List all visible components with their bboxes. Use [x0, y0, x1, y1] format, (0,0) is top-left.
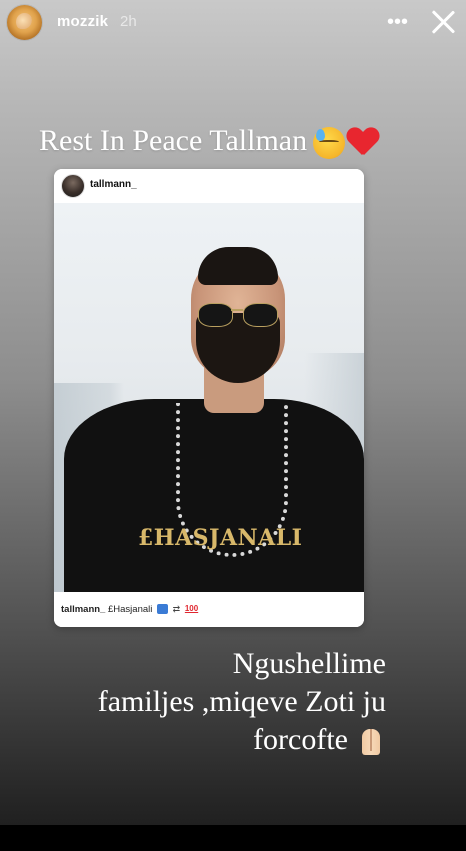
shirt-print-text: £HASJANALI: [138, 525, 303, 551]
post-caption-username: tallmann_: [61, 604, 106, 615]
post-caption: tallmann_ £Hasjanali ⇄ 100: [54, 592, 364, 627]
folded-hands-emoji-icon: [356, 727, 386, 757]
post-caption-text: tallmann_ £Hasjanali ⇄ 100: [61, 604, 198, 615]
caption-bottom-line2: familjes ,miqeve Zoti ju: [97, 685, 386, 718]
caption-bottom-line3-wrap: forcofte: [50, 721, 386, 759]
story-username[interactable]: mozzik: [57, 13, 108, 30]
red-heart-emoji-icon: [347, 128, 379, 158]
avatar[interactable]: [7, 5, 42, 40]
post-avatar: [61, 174, 85, 198]
caption-top-text: Rest In Peace Tallman: [39, 124, 308, 157]
person-hair: [198, 247, 278, 285]
sunglasses: [198, 303, 278, 327]
story-header: mozzik 2h •••: [0, 0, 466, 46]
post-caption-body: £Hasjanali: [108, 604, 153, 615]
post-photo: £HASJANALI: [54, 203, 364, 592]
arrows-emoji-icon: ⇄: [172, 604, 181, 615]
story-timestamp: 2h: [120, 13, 137, 30]
up-button-emoji-icon: [157, 604, 169, 615]
shared-post-card[interactable]: tallmann_ £HASJANALI tallmann_ £Hasjanal…: [54, 169, 364, 627]
close-icon[interactable]: [429, 8, 457, 36]
caption-bottom-line1: Ngushellime: [232, 647, 386, 680]
caption-bottom-line3: forcofte: [253, 723, 348, 756]
more-icon[interactable]: •••: [387, 11, 408, 34]
post-username: tallmann_: [90, 179, 137, 190]
sunglasses-lens-right: [243, 303, 278, 327]
post-header: tallmann_: [54, 169, 364, 203]
sunglasses-lens-left: [198, 303, 233, 327]
hundred-points-emoji-icon: 100: [184, 604, 199, 614]
sunglasses-bridge: [231, 309, 243, 311]
bottom-bar: [0, 825, 466, 851]
sweat-face-emoji-icon: [313, 127, 346, 160]
story-caption-top: Rest In Peace Tallman: [39, 124, 459, 160]
story-caption-bottom: Ngushellime familjes ,miqeve Zoti ju for…: [50, 645, 386, 759]
